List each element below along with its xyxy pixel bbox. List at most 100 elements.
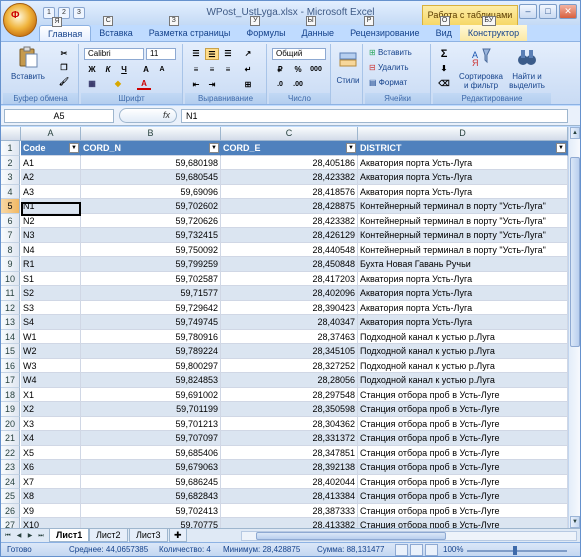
cell-code[interactable]: A1 bbox=[21, 155, 81, 170]
cell-cord-e[interactable]: 28,350598 bbox=[221, 402, 358, 417]
row-header[interactable]: 11 bbox=[1, 286, 20, 301]
cell-code[interactable]: A3 bbox=[21, 184, 81, 199]
cell-cord-e[interactable]: 28,28056 bbox=[221, 373, 358, 388]
cell-cord-n[interactable]: 59,686245 bbox=[81, 474, 221, 489]
find-select-button[interactable]: Найти и выделить bbox=[507, 46, 547, 90]
cell-cord-e[interactable]: 28,426129 bbox=[221, 228, 358, 243]
cut-icon[interactable]: ✂ bbox=[57, 48, 71, 60]
cell-cord-n[interactable]: 59,71577 bbox=[81, 286, 221, 301]
cell-cord-n[interactable]: 59,750092 bbox=[81, 242, 221, 257]
tab-design[interactable]: БУ Конструктор bbox=[459, 16, 528, 41]
zoom-level[interactable]: 100% bbox=[443, 545, 463, 554]
table-header-cell[interactable]: Code ▼ bbox=[21, 141, 81, 156]
cell-cord-n[interactable]: 59,799259 bbox=[81, 257, 221, 272]
row-header[interactable]: 21 bbox=[1, 431, 20, 446]
zoom-slider-thumb[interactable] bbox=[513, 546, 517, 555]
cell-cord-e[interactable]: 28,413382 bbox=[221, 518, 358, 528]
cell-cord-e[interactable]: 28,387333 bbox=[221, 503, 358, 518]
col-header-a[interactable]: A bbox=[21, 127, 81, 141]
cell-cord-e[interactable]: 28,304362 bbox=[221, 416, 358, 431]
cell-cord-e[interactable]: 28,37463 bbox=[221, 329, 358, 344]
name-box[interactable]: A5 bbox=[4, 109, 114, 123]
cell-code[interactable]: A2 bbox=[21, 170, 81, 185]
cell-cord-n[interactable]: 59,680545 bbox=[81, 170, 221, 185]
align-center-icon[interactable]: ≡ bbox=[205, 64, 219, 76]
sheet-tab-2[interactable]: Лист2 bbox=[89, 529, 128, 542]
tab-page-layout[interactable]: З Разметка страницы bbox=[141, 16, 239, 41]
cell-cord-e[interactable]: 28,297548 bbox=[221, 387, 358, 402]
table-header-cell[interactable]: DISTRICT ▼ bbox=[358, 141, 568, 156]
cell-code[interactable]: W1 bbox=[21, 329, 81, 344]
col-header-d[interactable]: D bbox=[358, 127, 568, 141]
formula-input[interactable]: N1 bbox=[181, 109, 568, 123]
cell-cord-e[interactable]: 28,450848 bbox=[221, 257, 358, 272]
cell-district[interactable]: Акватория порта Усть-Луга bbox=[358, 184, 568, 199]
cell-cord-e[interactable]: 28,413384 bbox=[221, 489, 358, 504]
cell-district[interactable]: Станция отбора проб в Усть-Луге bbox=[358, 474, 568, 489]
cell-cord-e[interactable]: 28,417203 bbox=[221, 271, 358, 286]
align-top-icon[interactable]: ☰ bbox=[189, 48, 203, 60]
minimize-button[interactable]: – bbox=[519, 4, 537, 19]
percent-button[interactable]: % bbox=[291, 64, 305, 76]
cell-district[interactable]: Подходной канал к устью р.Луга bbox=[358, 373, 568, 388]
cell-district[interactable]: Станция отбора проб в Усть-Луге bbox=[358, 503, 568, 518]
row-header[interactable]: 16 bbox=[1, 358, 20, 373]
first-sheet-icon[interactable]: ⏮ bbox=[3, 531, 13, 541]
cell-cord-n[interactable]: 59,679063 bbox=[81, 460, 221, 475]
borders-icon[interactable]: ▦ bbox=[85, 78, 99, 90]
cell-code[interactable]: S4 bbox=[21, 315, 81, 330]
row-header[interactable]: 7 bbox=[1, 228, 20, 243]
filter-dropdown-icon[interactable]: ▼ bbox=[209, 143, 219, 153]
horizontal-scroll-thumb[interactable] bbox=[256, 532, 446, 540]
copy-icon[interactable]: ❐ bbox=[57, 62, 71, 74]
cell-cord-n[interactable]: 59,729642 bbox=[81, 300, 221, 315]
cell-cord-e[interactable]: 28,440548 bbox=[221, 242, 358, 257]
tab-review[interactable]: Р Рецензирование bbox=[342, 16, 428, 41]
cell-district[interactable]: Станция отбора проб в Усть-Луге bbox=[358, 489, 568, 504]
row-header[interactable]: 3 bbox=[1, 170, 20, 185]
cell-code[interactable]: X9 bbox=[21, 503, 81, 518]
cell-district[interactable]: Станция отбора проб в Усть-Луге bbox=[358, 431, 568, 446]
cell-cord-n[interactable]: 59,691002 bbox=[81, 387, 221, 402]
col-header-b[interactable]: B bbox=[81, 127, 221, 141]
cell-district[interactable]: Акватория порта Усть-Луга bbox=[358, 286, 568, 301]
fx-icon[interactable]: fx bbox=[119, 108, 177, 123]
cell-cord-e[interactable]: 28,390423 bbox=[221, 300, 358, 315]
cell-district[interactable]: Контейнерный терминал в порту "Усть-Луга… bbox=[358, 199, 568, 214]
cell-cord-n[interactable]: 59,720626 bbox=[81, 213, 221, 228]
next-sheet-icon[interactable]: ▶ bbox=[25, 531, 35, 541]
cell-district[interactable]: Акватория порта Усть-Луга bbox=[358, 271, 568, 286]
row-header[interactable]: 4 bbox=[1, 184, 20, 199]
cell-district[interactable]: Бухта Новая Гавань Ручьи bbox=[358, 257, 568, 272]
cell-cord-n[interactable]: 59,680198 bbox=[81, 155, 221, 170]
merge-center-icon[interactable]: ⊞ bbox=[241, 79, 255, 91]
filter-dropdown-icon[interactable]: ▼ bbox=[69, 143, 79, 153]
cell-cord-e[interactable]: 28,347851 bbox=[221, 445, 358, 460]
cell-cord-n[interactable]: 59,749745 bbox=[81, 315, 221, 330]
cell-code[interactable]: X4 bbox=[21, 431, 81, 446]
cell-cord-e[interactable]: 28,402096 bbox=[221, 286, 358, 301]
col-header-c[interactable]: C bbox=[221, 127, 358, 141]
cell-cord-e[interactable]: 28,331372 bbox=[221, 431, 358, 446]
cell-cord-e[interactable]: 28,40347 bbox=[221, 315, 358, 330]
zoom-slider[interactable] bbox=[467, 550, 567, 552]
cell-code[interactable]: R1 bbox=[21, 257, 81, 272]
cell-cord-e[interactable]: 28,392138 bbox=[221, 460, 358, 475]
autosum-button[interactable]: Σ bbox=[437, 48, 451, 60]
font-size-box[interactable]: 11 bbox=[146, 48, 176, 60]
sort-filter-button[interactable]: AЯ Сортировка и фильтр bbox=[457, 46, 505, 90]
font-color-icon[interactable]: A bbox=[137, 78, 151, 90]
delete-cells-button[interactable]: ⊟ Удалить bbox=[369, 63, 408, 72]
row-header[interactable]: 13 bbox=[1, 315, 20, 330]
cell-code[interactable]: X5 bbox=[21, 445, 81, 460]
format-cells-button[interactable]: ▤ Формат bbox=[369, 78, 407, 87]
cell-district[interactable]: Акватория порта Усть-Луга bbox=[358, 315, 568, 330]
table-header-cell[interactable]: CORD_E ▼ bbox=[221, 141, 358, 156]
cell-code[interactable]: N1 bbox=[21, 199, 81, 214]
table-header-cell[interactable]: CORD_N ▼ bbox=[81, 141, 221, 156]
cell-cord-e[interactable]: 28,345105 bbox=[221, 344, 358, 359]
align-left-icon[interactable]: ≡ bbox=[189, 64, 203, 76]
cell-cord-n[interactable]: 59,702587 bbox=[81, 271, 221, 286]
decrease-decimal-icon[interactable]: .00 bbox=[291, 79, 305, 91]
tab-insert[interactable]: С Вставка bbox=[91, 16, 140, 41]
